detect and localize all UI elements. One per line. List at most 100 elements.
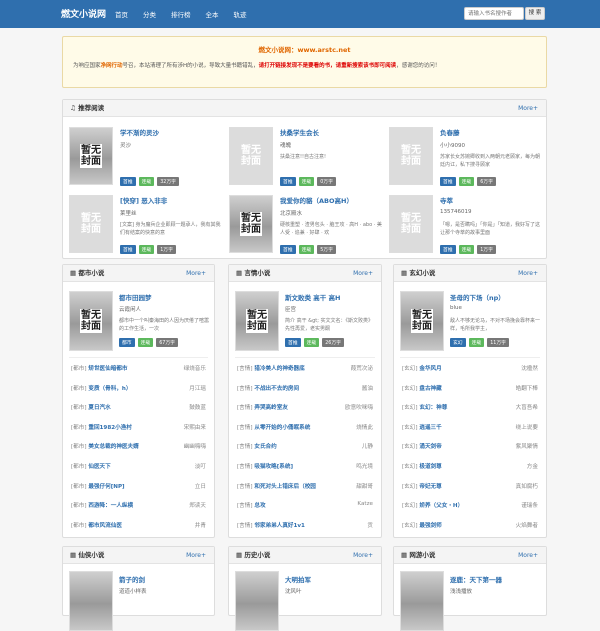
item-title-link[interactable]: 极道剑尊 (419, 464, 441, 470)
category-more-link[interactable]: More+ (353, 265, 373, 282)
book-tag: 连载 (298, 177, 315, 186)
nav-home[interactable]: 首页 (115, 9, 128, 19)
book-title-link[interactable]: 寺萃 (440, 195, 453, 205)
book-tag: 1万字 (157, 245, 176, 254)
category-more-link[interactable]: More+ (518, 547, 538, 564)
book-tag: 32万字 (157, 177, 179, 186)
item-title-link[interactable]: 总攻 (254, 503, 265, 509)
item-title-link[interactable]: 玄幻：神尊 (419, 405, 447, 411)
featured-title[interactable]: 都市田园梦 (119, 292, 152, 302)
item-title-link[interactable]: 美女总裁的神医夫婿 (88, 444, 138, 450)
list-item: [言情] 总攻 Katze (237, 501, 373, 513)
item-category: [言情] (237, 444, 253, 451)
book-cover[interactable]: 暂无 封面 (229, 195, 273, 253)
book-title-link[interactable]: 我爱你的貉（ABO高H） (280, 195, 353, 205)
book-cover[interactable]: 暂无 封面 (69, 195, 113, 253)
item-title-link[interactable]: 变质（骨科，h） (88, 386, 131, 392)
nav-ranking[interactable]: 排行榜 (171, 9, 191, 19)
book-title-link[interactable]: [快穿] 恶入非非 (120, 195, 167, 205)
item-title-link[interactable]: 矫世医仙暗都市 (88, 366, 127, 372)
category-box: ▦ 言情小说 More+ 暂无 封面 斯文败类 高干 高H 臣宫 简介 高干 &gt; 实文… (228, 264, 382, 538)
notice-box: 燃文小说网：www.arstc.net 为响应国家净网行动号召，本站清理了所有涉… (62, 36, 547, 88)
featured-author: 道道小样表 (119, 589, 147, 595)
book-cover[interactable]: 暂无 封面 (389, 127, 433, 185)
featured-title[interactable]: 箭子的剑 (119, 574, 145, 584)
item-author: Katze (357, 501, 373, 508)
item-title-link[interactable]: 夏日汽水 (88, 405, 110, 411)
category-header: ▦ 都市小说 More+ (63, 265, 214, 282)
item-author: 鸣光境 (356, 464, 373, 470)
book-title-link[interactable]: 负春藤 (440, 127, 460, 137)
book-tag: 连载 (458, 245, 475, 254)
list-item: [都市] 西游降：一人纵横 郑读天 (71, 501, 206, 513)
featured-tags: 首推 连载 26万字 (285, 338, 347, 347)
nav-complete[interactable]: 全本 (206, 9, 219, 19)
item-title-link[interactable]: 从零开始的小俑眠系统 (254, 425, 310, 431)
category-title: ▦ 网游小说 (401, 551, 436, 559)
search-button[interactable]: 搜 索 (525, 7, 545, 20)
book-tag: 玄幻 (450, 338, 466, 347)
item-title-link[interactable]: 西游降：一人纵横 (88, 503, 133, 509)
item-title-link[interactable]: 帝妃无尊 (419, 484, 441, 490)
book-title-link[interactable]: 学不渐的灵沙 (120, 127, 159, 137)
featured-title[interactable]: 大明拍军 (285, 574, 311, 584)
category-more-link[interactable]: More+ (186, 547, 206, 564)
top-bar: 燃文小说网 首页 分类 排行榜 全本 轨迹 搜 索 (0, 0, 600, 28)
list-item: [玄幻] 金华风月 沈楹然 (402, 364, 538, 376)
item-category: [都市] (71, 385, 87, 392)
item-author: 谨瑞条 (521, 503, 538, 510)
item-title-link[interactable]: 最强仔何[NP] (88, 484, 124, 490)
book-cover[interactable]: 暂无 封面 (69, 127, 113, 185)
featured-author: 浅浅播放 (450, 589, 473, 595)
book-cover[interactable]: 暂无 封面 (400, 291, 444, 351)
item-title-link[interactable]: 吸猫攻略[系统] (254, 464, 293, 470)
item-title-link[interactable]: 不战出不去的房间 (254, 386, 299, 392)
book-cover[interactable]: 暂无 封面 (235, 291, 279, 351)
book-cover[interactable] (69, 571, 113, 631)
item-title-link[interactable]: 逍遥三千 (419, 425, 441, 431)
recommend-more-link[interactable]: More+ (518, 100, 538, 117)
item-title-link[interactable]: 盘古神藏 (419, 386, 441, 392)
search-input[interactable] (464, 7, 524, 20)
category-more-link[interactable]: More+ (186, 265, 206, 282)
category-box: ▦ 玄幻小说 More+ 暂无 封面 圣母的下场（np） blue 敌人不够无论马，不对不场… (393, 264, 547, 538)
category-more-link[interactable]: More+ (353, 547, 373, 564)
featured-title[interactable]: 斯文败类 高干 高H (285, 292, 340, 302)
site-logo[interactable]: 燃文小说网 (61, 7, 106, 20)
list-item: [言情] 弄哭高岭室友 欧意吹咪嗨 (237, 403, 373, 415)
item-category: [玄幻] (402, 385, 418, 392)
item-title-link[interactable]: 猎冷美人的神奇器底 (254, 366, 304, 372)
item-title-link[interactable]: 邻家弟弟人真好1v1 (254, 523, 305, 529)
book-cover[interactable]: 暂无 封面 (69, 291, 113, 351)
book-cover[interactable] (400, 571, 444, 631)
featured-title[interactable]: 圣母的下场（np） (450, 292, 505, 302)
item-category: [玄幻] (402, 464, 418, 470)
nav-category[interactable]: 分类 (143, 9, 156, 19)
nav-history[interactable]: 轨迹 (234, 9, 247, 19)
item-title-link[interactable]: 重回1982小渔村 (88, 425, 132, 431)
item-title-link[interactable]: 女氏合约 (254, 444, 276, 450)
item-title-link[interactable]: 娇养（父女・H） (419, 503, 463, 509)
book-cover[interactable] (235, 571, 279, 631)
book-tag: 6万字 (477, 177, 496, 186)
book-cover[interactable]: 暂无 封面 (389, 195, 433, 253)
item-category: [言情] (237, 385, 253, 392)
book-cover[interactable]: 暂无 封面 (229, 127, 273, 185)
category-more-link[interactable]: More+ (518, 265, 538, 282)
featured-title[interactable]: 逐鹿：天下第一器 (450, 574, 502, 584)
item-author: 酱油 (361, 385, 373, 392)
item-author: 真如腐朽 (515, 483, 538, 490)
item-title-link[interactable]: 金华风月 (419, 366, 441, 372)
book-title-link[interactable]: 扶桑学生会长 (280, 127, 319, 137)
item-category: [玄幻] (402, 503, 418, 510)
item-title-link[interactable]: 弄哭高岭室友 (254, 405, 288, 411)
list-item: [都市] 夏日汽水 鼓鼓蓝 (71, 403, 206, 415)
item-title-link[interactable]: 都市风流仙医 (88, 523, 122, 529)
item-title-link[interactable]: 和死对头上错床后（校园 (254, 484, 316, 490)
item-title-link[interactable]: 涌天剑帝 (419, 444, 441, 450)
book-tag: 67万字 (156, 338, 178, 347)
featured-desc: 都市中一个叫秦海田的人因为厌倦了喧嚣的工作生活，一次 (119, 318, 210, 332)
divider (235, 357, 375, 358)
item-title-link[interactable]: 最强剑师 (419, 523, 441, 529)
item-title-link[interactable]: 仙医天下 (88, 464, 110, 470)
